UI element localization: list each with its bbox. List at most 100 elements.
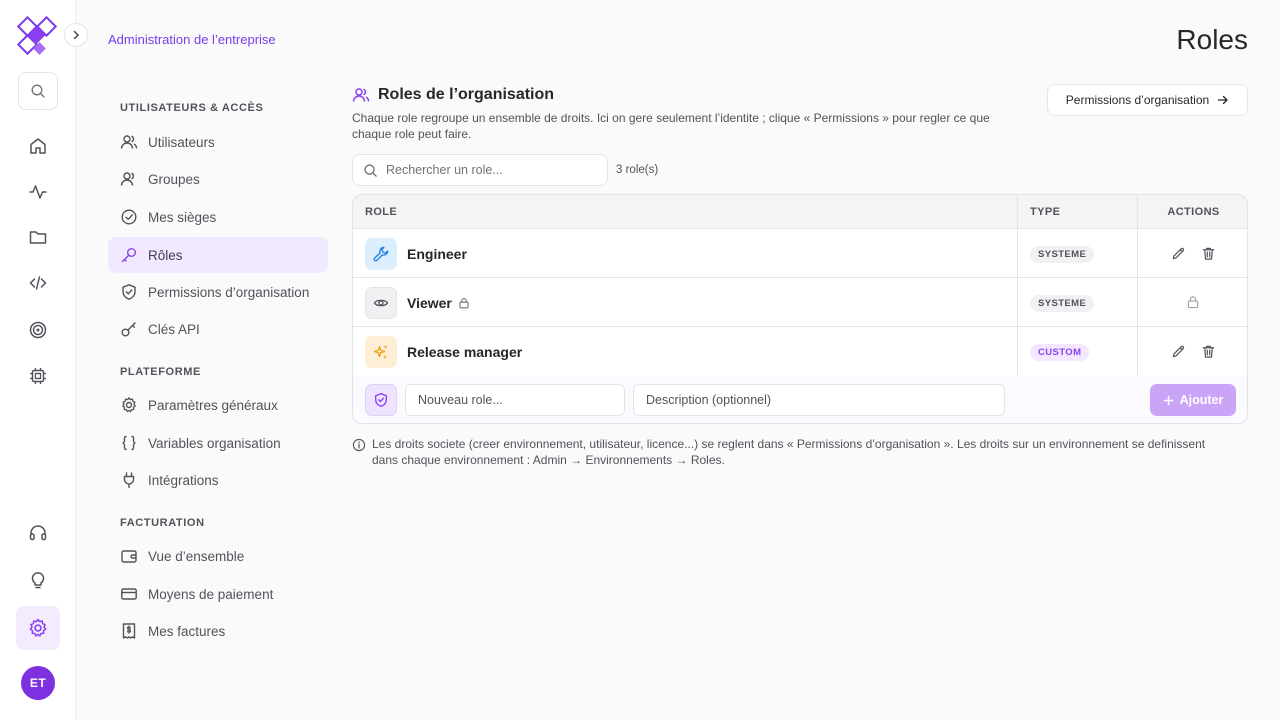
nav-item-label: Groupes xyxy=(148,171,200,187)
delete-role-button[interactable] xyxy=(1200,343,1216,359)
nav-item-groupes[interactable]: Groupes xyxy=(108,161,328,197)
nav-item-permissions[interactable]: Permissions d’organisation xyxy=(108,274,328,310)
home-icon xyxy=(30,138,46,154)
rail-search-button[interactable] xyxy=(18,72,58,110)
info-text: Les droits societe (creer environnement,… xyxy=(372,437,1206,467)
eye-icon xyxy=(365,287,397,319)
card-title: Roles de l’organisation xyxy=(378,86,555,103)
page-title: Roles xyxy=(1176,24,1248,55)
nav-item-mes-sieges[interactable]: Mes sièges xyxy=(108,199,328,235)
braces-icon xyxy=(120,434,138,452)
app-rail: ET xyxy=(0,0,88,720)
type-badge: CUSTOM xyxy=(1030,344,1090,361)
lock-icon xyxy=(459,298,469,309)
nav-item-utilisateurs[interactable]: Utilisateurs xyxy=(108,124,328,160)
card-header: Roles de l’organisation xyxy=(352,86,554,104)
lock-icon xyxy=(1185,294,1201,310)
table-row[interactable]: Engineer SYSTEME xyxy=(353,229,1247,278)
table-row[interactable]: Release manager CUSTOM xyxy=(353,327,1247,376)
plug-icon xyxy=(120,471,138,489)
nav-item-cles-api[interactable]: Clés API xyxy=(108,311,328,347)
nav-item-label: Vue d’ensemble xyxy=(148,548,245,564)
nav-item-label: Utilisateurs xyxy=(148,134,215,150)
users-group-icon xyxy=(120,170,138,188)
rail-support[interactable] xyxy=(18,513,58,553)
key-icon xyxy=(120,246,138,264)
rail-ideas[interactable] xyxy=(18,560,58,600)
new-role-description-input[interactable] xyxy=(633,384,1005,416)
nav-item-roles[interactable]: Rôles xyxy=(108,237,328,273)
trash-icon xyxy=(1202,247,1214,260)
wallet-icon xyxy=(120,547,138,565)
code-icon xyxy=(29,276,47,290)
rail-chip[interactable] xyxy=(18,356,58,396)
search-icon xyxy=(364,163,377,177)
add-role-button-label: Ajouter xyxy=(1179,393,1224,407)
nav-item-label: Rôles xyxy=(148,247,183,263)
pencil-icon xyxy=(1172,345,1184,357)
add-role-row: Ajouter xyxy=(353,376,1247,423)
credit-card-icon xyxy=(120,585,138,603)
nav-item-variables[interactable]: Variables organisation xyxy=(108,425,328,461)
role-name: Engineer xyxy=(407,246,467,262)
gear-icon xyxy=(120,396,138,414)
new-role-name-input[interactable] xyxy=(405,384,625,416)
nav-item-parametres[interactable]: Paramètres généraux xyxy=(108,387,328,423)
rail-activity[interactable] xyxy=(18,172,58,212)
nav-item-mes-factures[interactable]: Mes factures xyxy=(108,613,328,649)
headset-icon xyxy=(29,525,47,541)
rail-home[interactable] xyxy=(18,126,58,166)
role-count: 3 role(s) xyxy=(616,164,659,176)
edit-role-button[interactable] xyxy=(1170,245,1186,261)
column-header-role: ROLE xyxy=(353,195,1017,229)
settings-icon xyxy=(29,618,47,637)
user-avatar[interactable]: ET xyxy=(21,666,55,700)
invoice-icon xyxy=(120,622,138,640)
nav-item-label: Clés API xyxy=(148,321,200,337)
pencil-icon xyxy=(1172,247,1184,259)
roles-table: ROLE TYPE ACTIONS Engineer SYSTEME Viewe… xyxy=(352,194,1248,424)
edit-role-button[interactable] xyxy=(1170,343,1186,359)
arrow-right-icon xyxy=(1218,95,1228,105)
table-row[interactable]: Viewer SYSTEME xyxy=(353,278,1247,327)
section-title-plateforme: PLATEFORME xyxy=(120,366,201,378)
permissions-button-label: Permissions d’organisation xyxy=(1065,93,1210,107)
users-icon xyxy=(120,133,138,151)
nav-item-label: Variables organisation xyxy=(148,435,281,451)
folder-icon xyxy=(29,231,47,244)
type-badge: SYSTEME xyxy=(1030,295,1095,312)
shield-check-icon xyxy=(120,283,138,301)
search-input[interactable] xyxy=(386,163,586,177)
permissions-button[interactable]: Permissions d’organisation xyxy=(1047,84,1248,116)
nav-item-label: Mes factures xyxy=(148,623,226,639)
nav-item-moyens-paiement[interactable]: Moyens de paiement xyxy=(108,576,328,612)
users-icon xyxy=(352,86,370,104)
add-role-button[interactable]: Ajouter xyxy=(1150,384,1236,416)
rail-code[interactable] xyxy=(18,263,58,303)
delete-role-button[interactable] xyxy=(1200,245,1216,261)
rail-settings[interactable] xyxy=(16,606,60,650)
breadcrumb[interactable]: Administration de l’entreprise xyxy=(108,32,276,47)
search-icon xyxy=(31,84,45,98)
nav-item-integrations[interactable]: Intégrations xyxy=(108,462,328,498)
nav-item-vue-ensemble[interactable]: Vue d’ensemble xyxy=(108,538,328,574)
column-header-actions: ACTIONS xyxy=(1138,195,1247,229)
brand-logo[interactable] xyxy=(16,16,60,58)
lightbulb-icon xyxy=(31,572,45,589)
wrench-icon xyxy=(365,238,397,270)
section-title-users-access: UTILISATEURS & ACCÈS xyxy=(120,102,264,114)
target-icon xyxy=(29,321,47,339)
sidebar-collapse-button[interactable] xyxy=(64,23,88,47)
check-circle-icon xyxy=(120,208,138,226)
rail-target[interactable] xyxy=(18,310,58,350)
rail-folder[interactable] xyxy=(18,217,58,257)
card-description: Chaque role regroupe un ensemble de droi… xyxy=(352,111,990,141)
role-search[interactable] xyxy=(352,154,608,186)
nav-item-label: Paramètres généraux xyxy=(148,397,278,413)
chip-icon xyxy=(30,368,46,384)
role-name: Release manager xyxy=(407,344,523,360)
chevron-right-icon xyxy=(73,30,79,40)
sparkles-icon xyxy=(365,336,397,368)
nav-item-label: Moyens de paiement xyxy=(148,586,274,602)
api-key-icon xyxy=(120,320,138,338)
